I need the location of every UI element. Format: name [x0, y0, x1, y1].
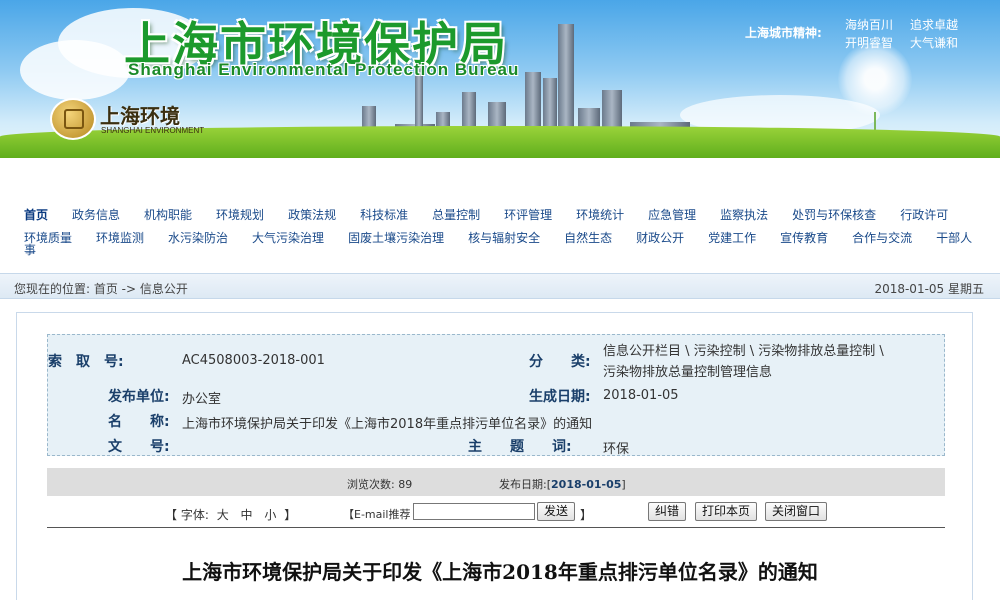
document-toolbar: 【 字体: 大 中 小 】 【E-mail推荐 发送 】 纠错 打印本页 关闭窗…	[47, 500, 945, 528]
nav-item[interactable]: 机构职能	[144, 206, 192, 223]
nav-item[interactable]: 处罚与环保核查	[792, 206, 876, 223]
shanghai-environment-logo-icon[interactable]	[50, 98, 96, 140]
report-error-button[interactable]: 纠错	[648, 502, 687, 521]
nav-item[interactable]: 环境监测	[96, 229, 144, 246]
document-stats-bar: 浏览次数: 89 发布日期:[2018-01-05]	[47, 468, 945, 496]
breadcrumb-bar: 您现在的位置: 首页 -> 信息公开 2018-01-05 星期五	[0, 273, 1000, 299]
nav-item[interactable]: 政策法规	[288, 206, 336, 223]
nav-row-primary: 首页 政务信息 机构职能 环境规划 政策法规 科技标准 总量控制 环评管理 环境统计 应急管理 监察…	[24, 206, 972, 224]
document-name-value: 上海市环境保护局关于印发《上海市2018年重点排污单位名录》的通知	[182, 417, 593, 432]
cloud-decoration	[20, 40, 130, 100]
publish-date: 发布日期:[2018-01-05]	[499, 478, 626, 491]
nav-item[interactable]: 行政许可	[900, 206, 948, 223]
email-recommend-label: 【E-mail推荐	[343, 508, 411, 521]
nav-item[interactable]: 科技标准	[360, 206, 408, 223]
nav-item[interactable]: 宣传教育	[780, 229, 828, 246]
created-date-value: 2018-01-05	[603, 388, 679, 403]
breadcrumb[interactable]: 您现在的位置: 首页 -> 信息公开	[14, 280, 188, 297]
nav-item[interactable]: 财政公开	[636, 229, 684, 246]
email-recommend-input[interactable]	[413, 503, 535, 520]
subject-keywords-value: 环保	[603, 442, 630, 457]
shanghai-tower-decoration	[558, 24, 574, 142]
category-label: 分 类:	[529, 354, 591, 370]
index-number-value: AC4508003-2018-001	[182, 353, 325, 368]
category-value-line2: 污染物排放总量控制管理信息	[603, 365, 773, 380]
nav-item[interactable]: 自然生态	[564, 229, 612, 246]
send-email-button[interactable]: 发送	[537, 502, 576, 521]
document-name-label: 名 称:	[108, 414, 170, 430]
nav-item[interactable]: 核与辐射安全	[468, 229, 540, 246]
site-banner: 上海市环境保护局 Shanghai Environmental Protecti…	[0, 0, 1000, 158]
font-size-control: 【 字体: 大 中 小 】	[165, 508, 297, 522]
city-spirit-label: 上海城市精神:	[745, 26, 822, 40]
index-number-label: 索 取 号:	[48, 354, 124, 370]
site-title-english: Shanghai Environmental Protection Bureau	[128, 60, 520, 79]
document-number-label: 文 号:	[108, 439, 170, 455]
nav-item[interactable]: 水污染防治	[168, 229, 228, 246]
nav-item[interactable]: 总量控制	[432, 206, 480, 223]
close-window-button[interactable]: 关闭窗口	[765, 502, 828, 521]
nav-row-secondary: 环境质量 环境监测 水污染防治 大气污染治理 固废土壤污染治理 核与辐射安全 自然生态 财政公…	[24, 229, 996, 247]
subject-keywords-label: 主 题 词:	[468, 439, 572, 455]
font-medium-link[interactable]: 中	[241, 508, 253, 522]
nav-item[interactable]: 党建工作	[708, 229, 756, 246]
font-small-link[interactable]: 小	[264, 508, 276, 522]
nav-item[interactable]: 政务信息	[72, 206, 120, 223]
nav-item[interactable]: 干部人	[936, 229, 972, 246]
main-navigation: 首页 政务信息 机构职能 环境规划 政策法规 科技标准 总量控制 环评管理 环境统计 应急管理 监察…	[0, 200, 1000, 250]
email-recommend-suffix: 】	[580, 508, 593, 522]
nav-item[interactable]: 固废土壤污染治理	[348, 229, 444, 246]
logo-text: 上海环境	[100, 104, 180, 128]
font-large-link[interactable]: 大	[217, 508, 229, 522]
document-info-panel: 索 取 号: AC4508003-2018-001 分 类: 信息公开栏目 \ …	[47, 334, 945, 457]
nav-item[interactable]: 监察执法	[720, 206, 768, 223]
city-spirit-word: 大气谦和	[910, 36, 959, 50]
nav-item[interactable]: 首页	[24, 206, 48, 223]
publisher-value: 办公室	[182, 392, 222, 407]
dandelion-decoration	[838, 42, 912, 116]
nav-item[interactable]: 环境统计	[576, 206, 624, 223]
category-value-line1: 信息公开栏目 \ 污染控制 \ 污染物排放总量控制 \	[603, 344, 884, 359]
city-spirit-word: 海纳百川	[845, 18, 894, 32]
city-spirit-word: 开明睿智	[845, 36, 894, 50]
nav-item[interactable]: 合作与交流	[852, 229, 912, 246]
nav-overflow-text: 事	[24, 243, 37, 257]
created-date-label: 生成日期:	[529, 389, 591, 405]
logo-text-english: SHANGHAI ENVIRONMENT	[101, 126, 205, 135]
view-count: 浏览次数: 89	[347, 478, 413, 491]
print-page-button[interactable]: 打印本页	[695, 502, 758, 521]
document-title: 上海市环境保护局关于印发《上海市2018年重点排污单位名录》的通知	[182, 560, 818, 584]
nav-item[interactable]: 应急管理	[648, 206, 696, 223]
current-date: 2018-01-05 星期五	[874, 282, 984, 296]
nav-item[interactable]: 环评管理	[504, 206, 552, 223]
city-spirit-word: 追求卓越	[910, 18, 959, 32]
nav-item[interactable]: 环境规划	[216, 206, 264, 223]
nav-item[interactable]: 大气污染治理	[252, 229, 324, 246]
publisher-label: 发布单位:	[108, 389, 170, 405]
